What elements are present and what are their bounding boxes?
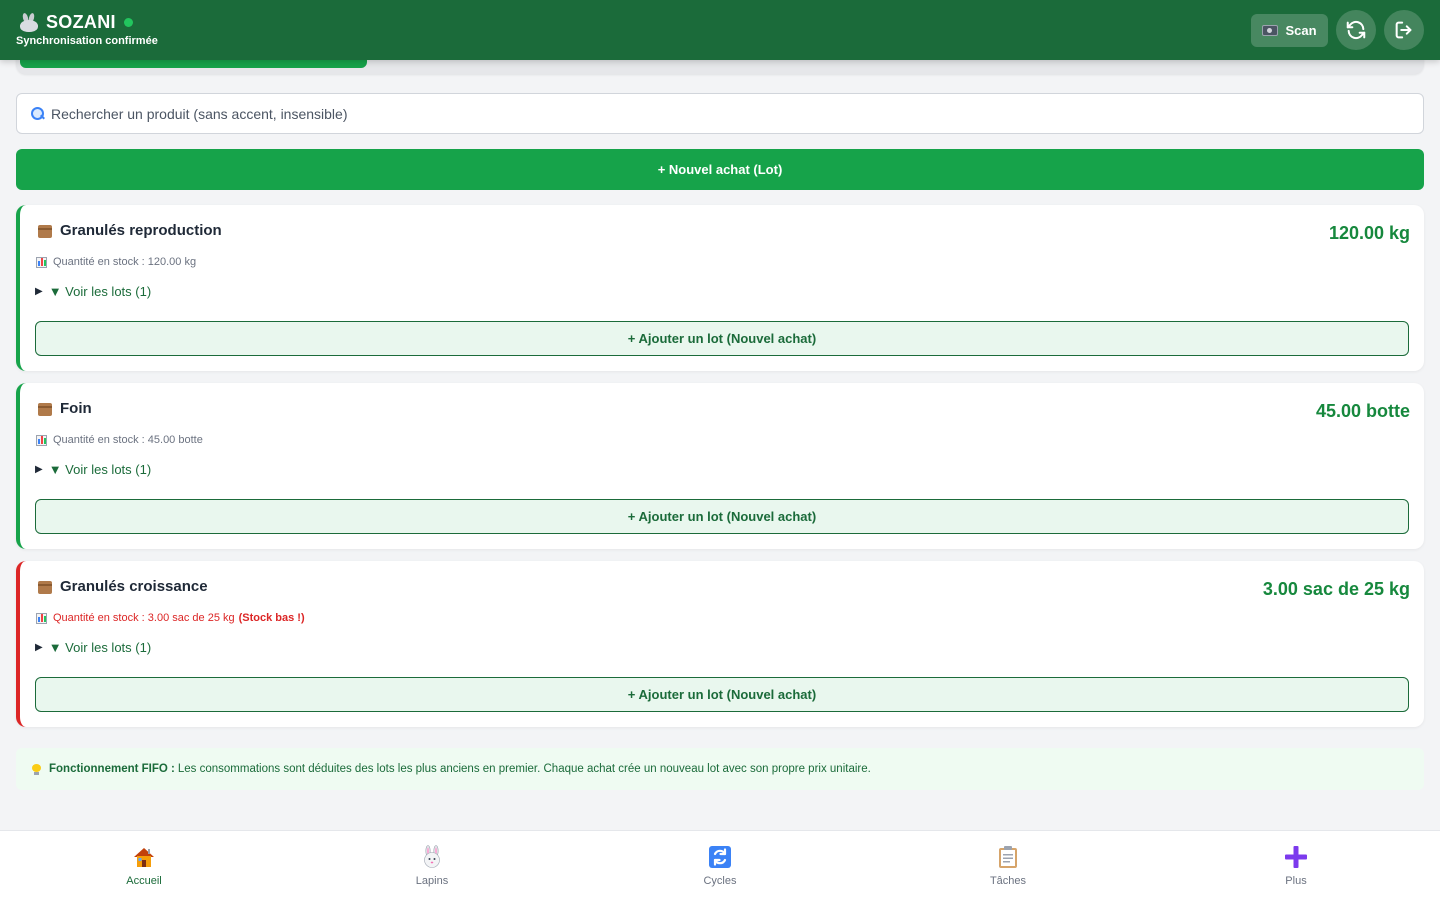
product-name: Foin bbox=[60, 400, 92, 417]
nav-label: Plus bbox=[1285, 875, 1307, 887]
plus-icon bbox=[1285, 846, 1307, 868]
search-box[interactable] bbox=[16, 93, 1424, 134]
app-header: SOZANI Synchronisation confirmée Scan bbox=[0, 0, 1440, 60]
cycle-icon bbox=[709, 846, 731, 868]
nav-label: Accueil bbox=[126, 875, 162, 887]
brand: SOZANI bbox=[18, 12, 133, 33]
clipboard-icon bbox=[999, 846, 1017, 868]
bottom-navigation: Accueil Lapins Cycles Tâches Plus bbox=[0, 830, 1440, 900]
nav-item-cycles[interactable]: Cycles bbox=[576, 831, 864, 900]
disclosure-triangle-icon: ▶ bbox=[35, 464, 43, 475]
product-name: Granulés reproduction bbox=[60, 222, 222, 239]
package-icon bbox=[38, 581, 52, 594]
stock-text: Quantité en stock : 120.00 kg bbox=[53, 256, 197, 268]
add-lot-button[interactable]: + Ajouter un lot (Nouvel achat) bbox=[35, 677, 1409, 712]
nav-item-lapins[interactable]: Lapins bbox=[288, 831, 576, 900]
stock-info: Quantité en stock : 120.00 kg bbox=[36, 256, 196, 268]
rabbit-icon bbox=[424, 845, 440, 868]
stock-info: Quantité en stock : 3.00 sac de 25 kg (S… bbox=[36, 612, 305, 624]
search-input[interactable] bbox=[51, 105, 1351, 122]
product-card: Granulés reproduction 120.00 kg Quantité… bbox=[16, 205, 1424, 371]
lightbulb-icon bbox=[32, 763, 41, 775]
disclosure-triangle-icon: ▶ bbox=[35, 642, 43, 653]
package-icon bbox=[38, 403, 52, 416]
product-name: Granulés croissance bbox=[60, 578, 208, 595]
nav-label: Lapins bbox=[415, 875, 449, 887]
stock-text: Quantité en stock : 45.00 botte bbox=[53, 434, 203, 446]
sync-status-text: Synchronisation confirmée bbox=[16, 35, 158, 47]
add-lot-button[interactable]: + Ajouter un lot (Nouvel achat) bbox=[35, 321, 1409, 356]
view-lots-label: ▼ Voir les lots (1) bbox=[48, 284, 152, 299]
fifo-info-note: Fonctionnement FIFO : Les consommations … bbox=[16, 748, 1424, 790]
product-quantity: 3.00 sac de 25 kg bbox=[1262, 579, 1410, 599]
logout-icon bbox=[1395, 21, 1412, 39]
fifo-text: Les consommations sont déduites des lots… bbox=[177, 763, 871, 775]
nav-label: Cycles bbox=[703, 875, 737, 887]
package-icon bbox=[38, 225, 52, 238]
low-stock-warning: (Stock bas !) bbox=[238, 612, 305, 624]
nav-item-accueil[interactable]: Accueil bbox=[0, 831, 288, 900]
view-lots-label: ▼ Voir les lots (1) bbox=[48, 640, 152, 655]
view-lots-toggle[interactable]: ▶ ▼ Voir les lots (1) bbox=[35, 284, 151, 299]
fifo-title: Fonctionnement FIFO : bbox=[49, 763, 175, 775]
stock-text: Quantité en stock : 3.00 sac de 25 kg bbox=[53, 612, 235, 624]
product-quantity: 45.00 botte bbox=[1315, 401, 1410, 421]
sync-button[interactable] bbox=[1336, 10, 1376, 50]
logout-button[interactable] bbox=[1384, 10, 1424, 50]
nav-item-taches[interactable]: Tâches bbox=[864, 831, 1152, 900]
sync-status-dot bbox=[123, 18, 133, 27]
view-lots-toggle[interactable]: ▶ ▼ Voir les lots (1) bbox=[35, 462, 151, 477]
view-lots-label: ▼ Voir les lots (1) bbox=[48, 462, 152, 477]
nav-item-plus[interactable]: Plus bbox=[1152, 831, 1440, 900]
rabbit-logo-icon bbox=[18, 12, 40, 33]
bar-chart-icon bbox=[36, 256, 47, 268]
refresh-icon bbox=[1346, 20, 1366, 40]
view-lots-toggle[interactable]: ▶ ▼ Voir les lots (1) bbox=[35, 640, 151, 655]
product-card-low-stock: Granulés croissance 3.00 sac de 25 kg Qu… bbox=[16, 561, 1424, 727]
nav-label: Tâches bbox=[989, 875, 1027, 887]
camera-icon bbox=[1262, 25, 1279, 36]
product-card: Foin 45.00 botte Quantité en stock : 45.… bbox=[16, 383, 1424, 549]
house-icon bbox=[134, 848, 154, 867]
bar-chart-icon bbox=[36, 434, 47, 446]
disclosure-triangle-icon: ▶ bbox=[35, 286, 43, 297]
stock-info: Quantité en stock : 45.00 botte bbox=[36, 434, 203, 446]
search-icon bbox=[31, 106, 45, 121]
add-lot-button[interactable]: + Ajouter un lot (Nouvel achat) bbox=[35, 499, 1409, 534]
new-purchase-button[interactable]: + Nouvel achat (Lot) bbox=[16, 149, 1424, 190]
scan-button[interactable]: Scan bbox=[1251, 14, 1328, 47]
scan-label: Scan bbox=[1285, 23, 1317, 38]
app-name: SOZANI bbox=[46, 12, 116, 32]
product-quantity: 120.00 kg bbox=[1328, 223, 1410, 243]
bar-chart-icon bbox=[36, 612, 47, 624]
